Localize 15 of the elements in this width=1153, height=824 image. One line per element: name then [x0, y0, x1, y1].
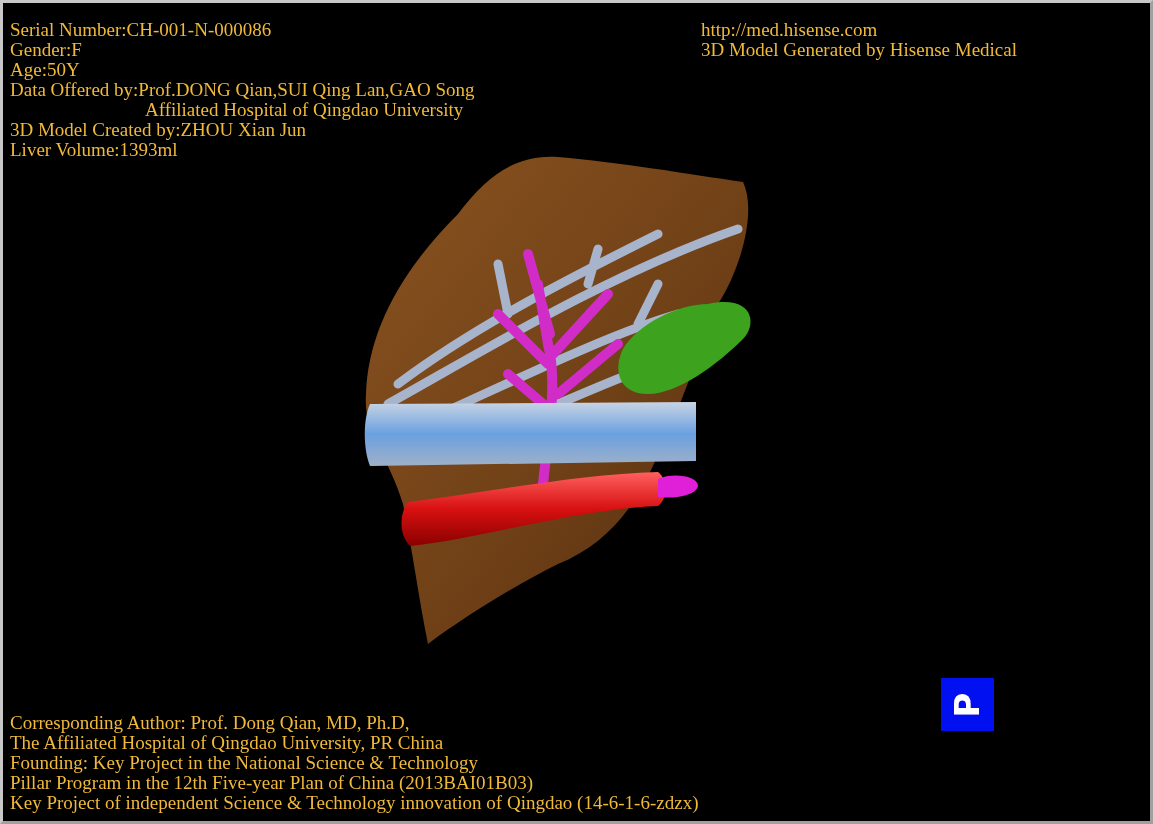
info-text: 3D Model Created by:ZHOU Xian Jun — [10, 120, 308, 140]
info-text: Data Offered by:Prof.DONG Qian,SUI Qing Lan,GAO Song — [10, 80, 475, 100]
info-text: Founding: Key Project in the National Science & Technology — [10, 753, 479, 773]
info-text: 3D Model Generated by Hisense Medical — [700, 40, 1017, 60]
info-text: http://med.hisense.com — [700, 20, 879, 40]
info-text: Pillar Program in the 12th Five-year Plan of China (2013BAI01B03) — [10, 773, 534, 793]
info-text: Liver Volume:1393ml — [10, 140, 178, 160]
info-text: Gender:F — [10, 40, 83, 60]
info-text: Affiliated Hospital of Qingdao University — [145, 100, 464, 120]
info-text: Key Project of independent Science & Technology innovation of Qingdao (14-6-1-6-zdzx) — [10, 793, 699, 813]
orientation-marker: P — [941, 678, 994, 731]
info-text: Age:50Y — [10, 60, 81, 80]
info-text: Serial Number:CH-001-N-000086 — [10, 20, 273, 40]
info-text: Corresponding Author: Prof. Dong Qian, MD, Ph.D, — [10, 713, 411, 733]
info-text: The Affiliated Hospital of Qingdao University, PR China — [10, 733, 445, 753]
